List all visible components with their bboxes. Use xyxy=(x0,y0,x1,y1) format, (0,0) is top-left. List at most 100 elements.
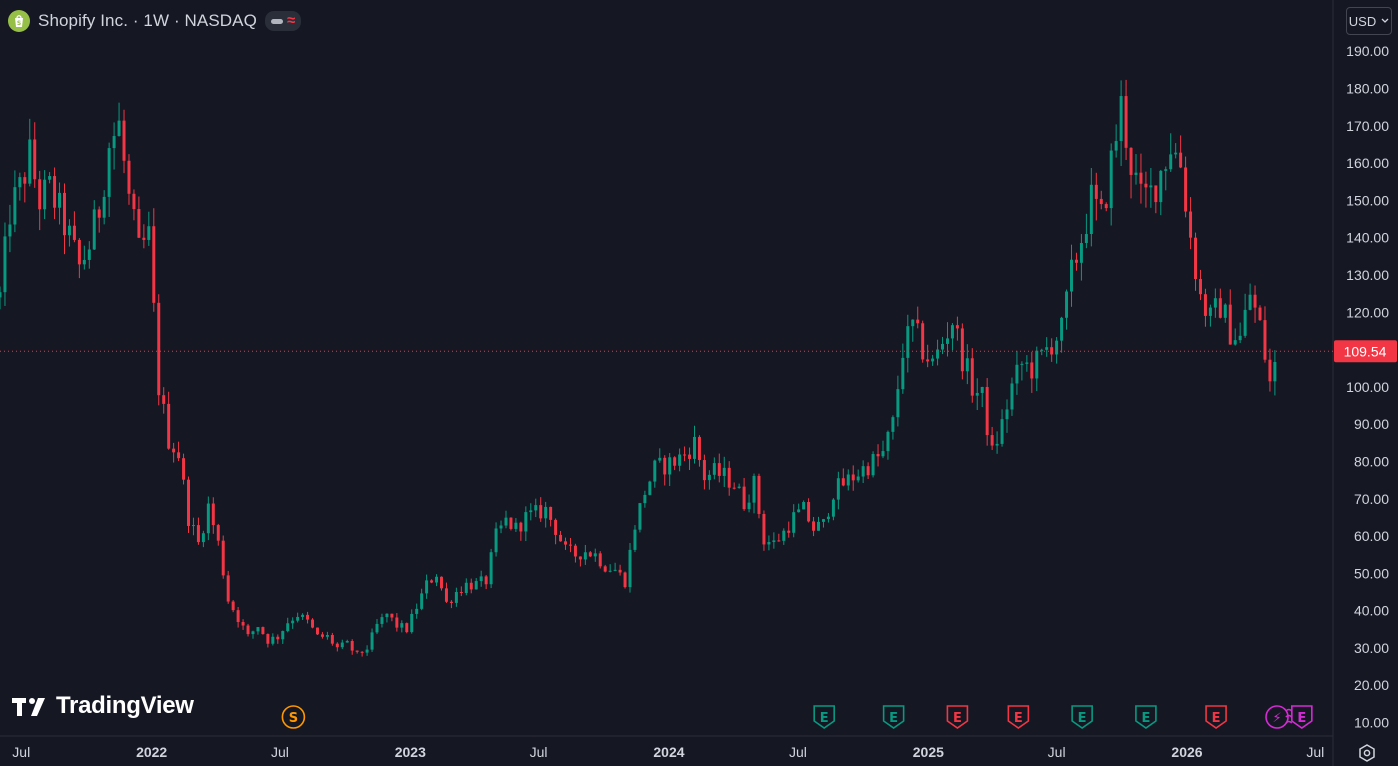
candle-body xyxy=(1213,298,1217,308)
candle-body xyxy=(990,435,994,446)
candle-body xyxy=(578,556,582,560)
candle-body xyxy=(211,503,215,526)
candle-body xyxy=(603,566,607,572)
candle-body xyxy=(1258,307,1262,321)
candle-body xyxy=(177,452,181,459)
candle-body xyxy=(985,386,989,436)
candle-body xyxy=(1268,359,1272,382)
candle-body xyxy=(226,575,230,602)
candle-body xyxy=(1248,294,1252,310)
candle-body xyxy=(28,139,32,184)
shopify-bag-icon[interactable]: S xyxy=(8,10,30,32)
candle-body xyxy=(449,601,453,603)
price-chart[interactable]: 10.00 20.00 30.00 40.00 50.00 60.00 70.00 80.00… xyxy=(0,0,1398,766)
candle-body xyxy=(1079,243,1083,263)
delayed-data-icon: ≈ xyxy=(286,12,296,29)
candle-body xyxy=(13,187,17,225)
gear-icon[interactable] xyxy=(1356,742,1378,764)
marker-label: E xyxy=(1141,711,1150,726)
candle-body xyxy=(420,593,424,609)
y-tick-label: 20.00 xyxy=(1354,677,1389,693)
candle-body xyxy=(375,623,379,633)
candle-body xyxy=(142,237,146,240)
candle-body xyxy=(256,627,260,632)
candle-body xyxy=(787,530,791,533)
candle-body xyxy=(281,631,285,640)
candle-body xyxy=(891,417,895,432)
candle-body xyxy=(598,553,602,567)
candle-body xyxy=(1134,172,1138,175)
candle-body xyxy=(876,454,880,457)
earnings-marker-icon[interactable]: E xyxy=(882,705,905,729)
candle-body xyxy=(1144,183,1148,188)
last-price-label: 109.54 xyxy=(1344,343,1387,359)
candle-body xyxy=(152,226,156,303)
candle-body xyxy=(117,120,121,137)
earnings-marker-icon[interactable]: E xyxy=(1007,705,1030,729)
currency-select[interactable]: USD xyxy=(1346,7,1392,35)
candle-body xyxy=(727,467,731,488)
candle-body xyxy=(697,436,701,461)
earnings-marker-icon[interactable]: E xyxy=(1071,705,1093,729)
candle-body xyxy=(430,580,434,583)
market-status-pill[interactable]: ≈ xyxy=(264,11,302,31)
y-tick-label: 90.00 xyxy=(1354,416,1389,432)
candle-body xyxy=(653,460,657,482)
candle-body xyxy=(231,601,235,611)
candle-body xyxy=(633,529,637,550)
candle-body xyxy=(236,610,240,622)
candle-body xyxy=(1055,340,1059,355)
candle-body xyxy=(702,460,706,481)
candle-body xyxy=(772,540,776,543)
earnings-marker-icon[interactable]: E xyxy=(1135,705,1157,729)
candle-body xyxy=(807,502,811,522)
x-tick-label: Jul xyxy=(12,744,30,760)
candle-body xyxy=(172,448,176,453)
candle-body xyxy=(831,499,835,517)
earnings-upcoming-marker-icon[interactable]: E xyxy=(1285,705,1313,729)
candle-body xyxy=(945,338,949,344)
candle-body xyxy=(742,486,746,510)
candle-body xyxy=(782,530,786,541)
marker-label: E xyxy=(1212,711,1221,726)
news-marker-icon[interactable]: ⚡ xyxy=(1265,705,1289,729)
symbol-title[interactable]: Shopify Inc. · 1W · NASDAQ xyxy=(38,11,257,31)
marker-label: E xyxy=(953,711,962,726)
candle-body xyxy=(1060,317,1064,341)
tradingview-logo[interactable]: TradingView xyxy=(12,692,194,720)
candle-body xyxy=(82,259,86,265)
candle-body xyxy=(1208,307,1212,316)
earnings-marker-icon[interactable]: E xyxy=(1205,705,1227,729)
y-tick-label: 80.00 xyxy=(1354,453,1389,469)
candle-body xyxy=(296,616,300,621)
candle-body xyxy=(866,466,870,476)
candle-body xyxy=(1010,383,1014,410)
y-tick-label: 120.00 xyxy=(1346,304,1389,320)
candle-body xyxy=(792,512,796,533)
candle-body xyxy=(499,525,503,529)
earnings-marker-icon[interactable]: E xyxy=(813,705,835,729)
candle-body xyxy=(325,634,329,637)
candle-body xyxy=(137,209,141,238)
candle-body xyxy=(762,513,766,545)
candle-body xyxy=(524,512,528,532)
candle-body xyxy=(1094,184,1098,199)
x-tick-label: Jul xyxy=(789,744,807,760)
candle-body xyxy=(608,570,612,572)
earnings-marker-icon[interactable]: E xyxy=(946,705,969,729)
candle-body xyxy=(23,177,27,184)
candle-body xyxy=(1065,291,1069,318)
candle-body xyxy=(747,502,751,510)
x-tick-label: Jul xyxy=(1306,744,1324,760)
candle-body xyxy=(58,192,62,208)
marker-label: E xyxy=(820,711,829,726)
candle-body xyxy=(554,519,558,535)
x-tick-label: 2024 xyxy=(653,744,684,760)
candle-body xyxy=(549,506,553,520)
candle-body xyxy=(444,588,448,602)
split-marker-icon[interactable]: S xyxy=(281,705,306,729)
candle-body xyxy=(544,506,548,519)
candle-body xyxy=(693,436,696,459)
candle-body xyxy=(127,160,131,194)
candle-body xyxy=(752,475,756,503)
